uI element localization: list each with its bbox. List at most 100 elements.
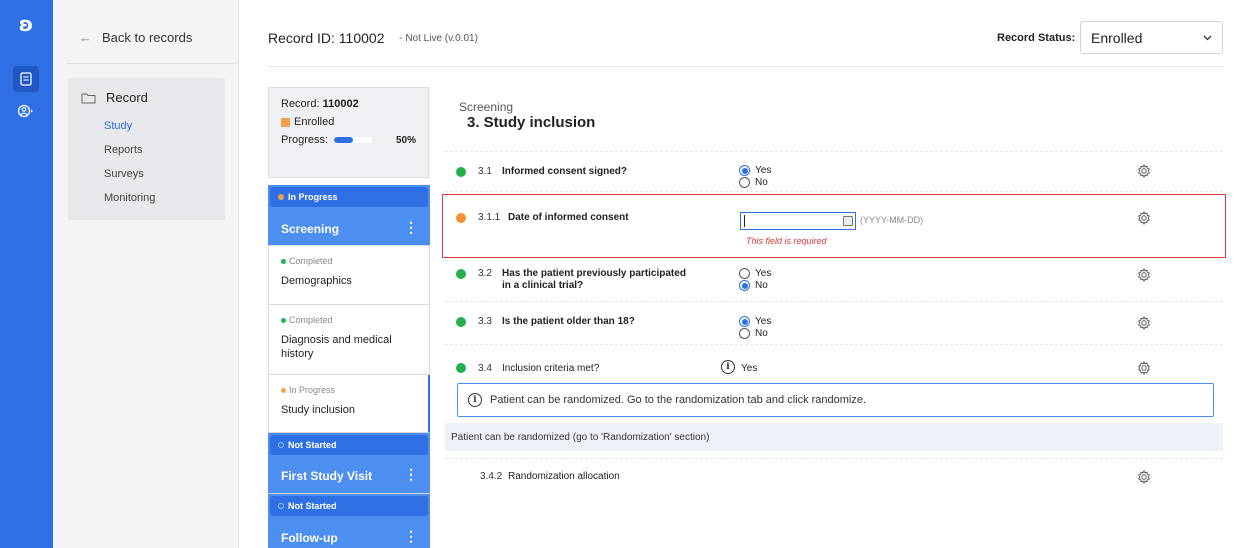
radio-selected-icon — [739, 316, 750, 327]
question-3-1: 3.1 Informed consent signed? Yes No — [445, 152, 1223, 192]
status-dot-icon — [456, 167, 466, 177]
question-3-4-2: 3.4.2 Randomization allocation — [445, 458, 1223, 498]
user-menu-icon[interactable] — [13, 98, 39, 124]
radio-label: Yes — [755, 268, 772, 279]
status-dot-icon — [281, 387, 286, 393]
radio-yes[interactable]: Yes — [739, 165, 771, 176]
status-dot-icon — [278, 503, 284, 509]
form-title: 3. Study inclusion — [467, 114, 596, 131]
question-number: 3.3 — [478, 316, 492, 327]
record-status-value: Enrolled — [1091, 29, 1143, 46]
banner-text: Patient can be randomized. Go to the ran… — [490, 394, 867, 406]
gear-icon[interactable] — [1137, 361, 1151, 375]
form-status: Completed — [281, 256, 333, 266]
question-text: Randomization allocation — [508, 471, 620, 482]
header-divider — [268, 66, 1224, 67]
radio-label: No — [755, 177, 768, 188]
question-text: Is the patient older than 18? — [502, 316, 635, 327]
record-menu-header[interactable]: Record — [81, 90, 148, 105]
phase-status-pill: In Progress — [270, 187, 428, 207]
record-menu: Record Study Reports Surveys Monitoring — [68, 78, 225, 220]
radio-no[interactable]: No — [739, 328, 768, 339]
back-to-records-link[interactable]: ← Back to records — [79, 30, 192, 45]
question-3-3: 3.3 Is the patient older than 18? Yes No — [445, 302, 1223, 345]
phase-screening[interactable]: In Progress Screening ⋮ — [268, 185, 430, 246]
record-id-title: Record ID: 110002 — [268, 30, 385, 46]
radio-label: No — [755, 280, 768, 291]
calendar-icon[interactable] — [843, 216, 853, 226]
record-number: 110002 — [322, 98, 359, 110]
kebab-menu-icon[interactable]: ⋮ — [404, 466, 418, 483]
radio-yes[interactable]: Yes — [739, 316, 771, 327]
record-label: Record: — [281, 98, 320, 110]
date-format-hint: (YYYY-MM-DD) — [860, 215, 924, 225]
form-title: Diagnosis and medical history — [281, 334, 392, 360]
sidebar-item-reports[interactable]: Reports — [104, 144, 143, 156]
record-status-line: Enrolled — [281, 116, 416, 128]
status-dot-icon — [278, 194, 284, 200]
gear-icon[interactable] — [1137, 164, 1151, 178]
form-demographics[interactable]: Completed Demographics — [268, 246, 430, 305]
phase-first-study-visit[interactable]: Not Started First Study Visit ⋮ — [268, 433, 430, 494]
phase-follow-up[interactable]: Not Started Follow-up ⋮ — [268, 494, 430, 548]
record-number-line: Record: 110002 — [281, 98, 416, 110]
record-status-select[interactable]: Enrolled — [1080, 21, 1223, 54]
records-icon[interactable] — [13, 66, 39, 92]
calculated-value: Yes — [741, 363, 758, 374]
progress-bar-fill — [334, 137, 354, 143]
progress-line: Progress: 50% — [281, 134, 416, 146]
phase-title: Follow-up — [281, 531, 338, 545]
text-caret — [744, 215, 745, 227]
record-status-text: Enrolled — [294, 116, 335, 128]
gear-icon[interactable] — [1137, 470, 1151, 484]
radio-selected-icon — [739, 165, 750, 176]
radio-empty-icon — [739, 328, 750, 339]
form-status: In Progress — [281, 385, 335, 395]
phase-status-text: Not Started — [288, 440, 337, 450]
phase-status-text: In Progress — [288, 192, 338, 202]
radio-yes[interactable]: Yes — [739, 268, 771, 279]
progress-percent: 50% — [395, 134, 416, 146]
randomize-banner: i Patient can be randomized. Go to the r… — [457, 383, 1214, 417]
record-status-label: Record Status: — [997, 32, 1076, 44]
step-list: In Progress Screening ⋮ Completed Demogr… — [268, 185, 430, 548]
radio-no[interactable]: No — [739, 280, 768, 291]
question-text: Informed consent signed? — [502, 166, 628, 177]
question-3-2: 3.2 Has the patient previously participa… — [445, 260, 1223, 302]
status-dot-icon — [456, 317, 466, 327]
date-input[interactable] — [740, 212, 856, 230]
phase-status-text: Not Started — [288, 501, 337, 511]
progress-label: Progress: — [281, 134, 329, 146]
question-text: Has the patient previously participated … — [502, 268, 686, 291]
phase-title: First Study Visit — [281, 469, 373, 483]
castor-logo-icon[interactable]: ʚ — [14, 12, 38, 36]
sidebar-item-monitoring[interactable]: Monitoring — [104, 192, 155, 204]
sidebar-item-study[interactable]: Study — [104, 120, 132, 132]
question-number: 3.1 — [478, 166, 492, 177]
status-dot-icon — [281, 258, 286, 264]
radio-empty-icon — [739, 177, 750, 188]
status-dot-icon — [456, 363, 466, 373]
progress-bar — [334, 137, 373, 143]
sidebar-item-surveys[interactable]: Surveys — [104, 168, 144, 180]
radio-no[interactable]: No — [739, 177, 768, 188]
kebab-menu-icon[interactable]: ⋮ — [404, 219, 418, 236]
form-study-inclusion[interactable]: In Progress Study inclusion — [268, 375, 430, 433]
phase-status-pill: Not Started — [270, 496, 428, 516]
question-number: 3.2 — [478, 268, 492, 279]
info-icon: i — [721, 360, 735, 374]
kebab-menu-icon[interactable]: ⋮ — [404, 528, 418, 545]
gear-icon[interactable] — [1137, 268, 1151, 282]
phase-name: Screening — [459, 100, 514, 114]
radio-label: No — [755, 328, 768, 339]
radio-label: Yes — [755, 165, 772, 176]
record-header: Record ID: 110002 ◦ Not Live (v.0.01) Re… — [239, 0, 1245, 66]
gear-icon[interactable] — [1137, 316, 1151, 330]
phase-title: Screening — [281, 222, 340, 236]
form-title: Study inclusion — [281, 404, 355, 416]
form-diagnosis[interactable]: Completed Diagnosis and medical history — [268, 305, 430, 375]
form-status-text: Completed — [289, 256, 333, 266]
form-title: Demographics — [281, 275, 352, 287]
question-number: 3.4.2 — [480, 471, 503, 482]
app-rail: ʚ — [0, 0, 53, 548]
